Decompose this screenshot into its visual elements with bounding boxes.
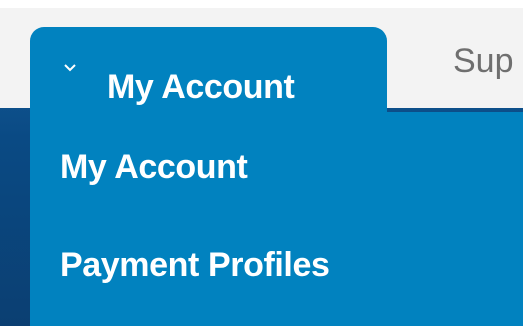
tab-my-account-label: My Account: [107, 68, 295, 106]
screenshot-page: My Account Sup My Account Payment Profil…: [0, 0, 523, 326]
account-dropdown: [30, 112, 523, 326]
tab-support[interactable]: Sup: [453, 44, 514, 84]
tab-my-account[interactable]: My Account: [30, 27, 387, 113]
menu-item-my-account[interactable]: My Account: [60, 150, 248, 184]
chevron-down-icon[interactable]: [62, 59, 78, 75]
menu-item-payment-profiles[interactable]: Payment Profiles: [60, 248, 330, 282]
